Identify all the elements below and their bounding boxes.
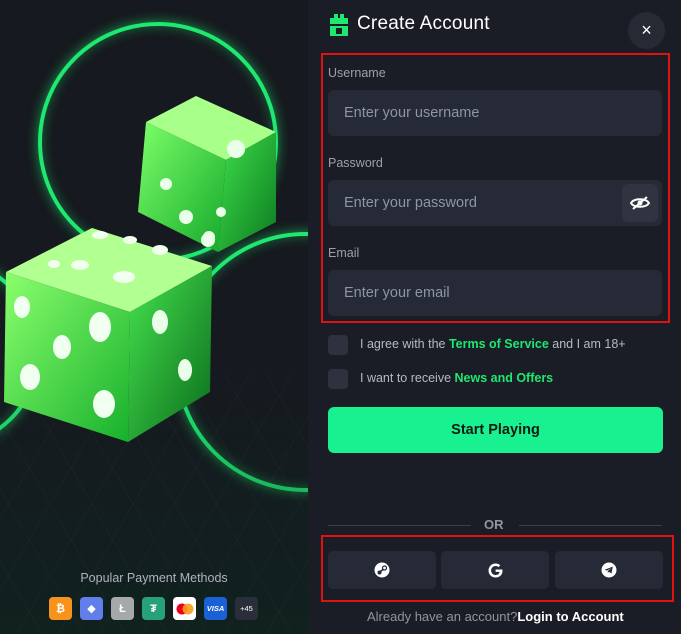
create-account-modal: Popular Payment Methods ₿ ◆ Ł ₮ VISA +45… [0, 0, 681, 634]
promo-panel: Popular Payment Methods ₿ ◆ Ł ₮ VISA +45 [0, 0, 308, 634]
google-icon [488, 563, 502, 577]
divider-line-left [328, 525, 471, 526]
google-login-button[interactable] [441, 551, 549, 589]
login-to-account-link[interactable]: Login to Account [517, 609, 623, 624]
payment-methods-row: ₿ ◆ Ł ₮ VISA +45 [49, 597, 258, 620]
terms-checkbox-label: I agree with the Terms of Service and I … [360, 337, 626, 351]
password-input[interactable]: Enter your password [328, 180, 662, 226]
or-text: OR [484, 517, 504, 532]
close-icon: × [641, 20, 652, 40]
dice-front-illustration [4, 228, 212, 442]
mastercard-icon [173, 597, 196, 620]
form-panel: Create Account × Username Enter your use… [308, 0, 681, 634]
username-input[interactable]: Enter your username [328, 90, 662, 136]
terms-suffix-text: and I am 18+ [548, 337, 626, 351]
news-prefix-text: I want to receive [360, 371, 455, 385]
news-checkbox[interactable] [328, 369, 348, 389]
more-methods-badge: +45 [235, 597, 258, 620]
modal-title: Create Account [357, 13, 490, 34]
steam-icon [374, 562, 390, 578]
telegram-icon [601, 562, 617, 578]
payment-methods-title: Popular Payment Methods [80, 571, 228, 585]
tether-icon: ₮ [142, 597, 165, 620]
login-prompt: Already have an account?Login to Account [367, 609, 624, 624]
login-prompt-text: Already have an account? [367, 609, 518, 624]
terms-of-service-link[interactable]: Terms of Service [449, 337, 549, 351]
password-label: Password [328, 156, 383, 170]
steam-login-button[interactable] [328, 551, 436, 589]
eye-hidden-icon [630, 196, 650, 210]
telegram-login-button[interactable] [555, 551, 663, 589]
password-placeholder: Enter your password [344, 195, 477, 211]
email-label: Email [328, 246, 360, 260]
close-button[interactable]: × [628, 12, 665, 49]
email-input[interactable]: Enter your email [328, 270, 662, 316]
ethereum-icon: ◆ [80, 597, 103, 620]
terms-checkbox[interactable] [328, 335, 348, 355]
visa-icon: VISA [204, 597, 227, 620]
litecoin-icon: Ł [111, 597, 134, 620]
or-divider: OR [308, 517, 681, 533]
toggle-password-visibility-button[interactable] [622, 184, 658, 222]
terms-prefix-text: I agree with the [360, 337, 449, 351]
news-and-offers-link[interactable]: News and Offers [455, 371, 554, 385]
start-playing-button[interactable]: Start Playing [328, 407, 663, 453]
news-checkbox-label: I want to receive News and Offers [360, 371, 553, 385]
bitcoin-icon: ₿ [49, 597, 72, 620]
divider-line-right [519, 525, 662, 526]
brand-logo-icon [330, 14, 348, 36]
username-label: Username [328, 66, 386, 80]
